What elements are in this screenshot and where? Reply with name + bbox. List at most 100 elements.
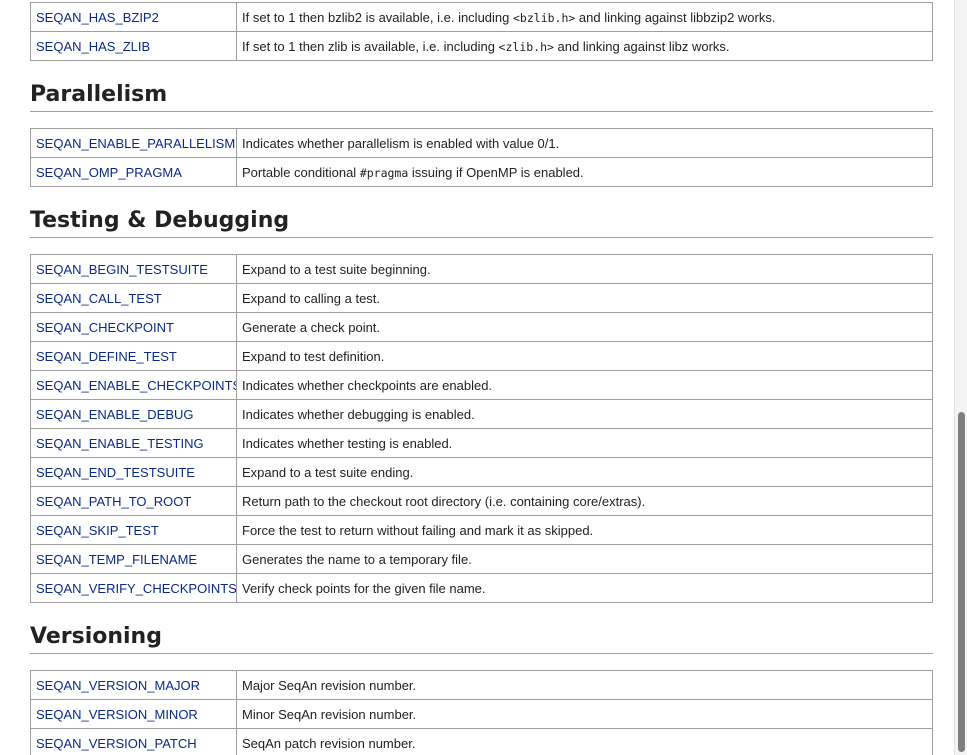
macro-link[interactable]: SEQAN_HAS_BZIP2 [36,10,159,25]
section-heading-parallelism: Parallelism [30,81,933,112]
macro-link[interactable]: SEQAN_VERSION_PATCH [36,736,197,751]
inline-code: <bzlib.h> [513,10,576,25]
description-text: Major SeqAn revision number. [242,677,417,693]
inline-code: <zlib.h> [498,39,554,54]
macro-link[interactable]: SEQAN_HAS_ZLIB [36,39,150,54]
description-text: Indicates whether checkpoints are enable… [242,377,493,393]
macro-description-cell: Force the test to return without failing… [236,515,933,545]
document-viewport: SEQAN_HAS_BZIP2 If set to 1 then bzlib2 i… [0,0,967,755]
macro-description-cell: Indicates whether debugging is enabled. [236,399,933,429]
table-row: SEQAN_VERIFY_CHECKPOINTS Verify check poi… [30,573,933,603]
macro-link[interactable]: SEQAN_ENABLE_DEBUG [36,407,194,422]
macro-name-cell: SEQAN_VERSION_PATCH [30,728,237,755]
macro-description-cell: Verify check points for the given file n… [236,573,933,603]
description-text: and linking against libbzip2 works. [575,9,776,25]
table-row: SEQAN_PATH_TO_ROOT Return path to the che… [30,486,933,516]
section-heading-testing-debugging: Testing & Debugging [30,207,933,238]
macro-description-cell: Generates the name to a temporary file. [236,544,933,574]
compression-macros-table: SEQAN_HAS_BZIP2 If set to 1 then bzlib2 i… [30,2,933,61]
description-text: Portable conditional [242,164,360,180]
macro-description-cell: Expand to a test suite ending. [236,457,933,487]
description-text: Generates the name to a temporary file. [242,551,472,567]
macro-name-cell: SEQAN_SKIP_TEST [30,515,237,545]
macro-name-cell: SEQAN_CALL_TEST [30,283,237,313]
macro-description-cell: If set to 1 then zlib is available, i.e.… [236,31,933,61]
table-row: SEQAN_CHECKPOINT Generate a check point. [30,312,933,342]
macro-description-cell: Major SeqAn revision number. [236,670,933,700]
macro-name-cell: SEQAN_VERSION_MINOR [30,699,237,729]
description-text: If set to 1 then zlib is available, i.e.… [242,38,499,54]
vertical-scrollbar[interactable] [954,0,967,755]
table-row: SEQAN_ENABLE_PARALLELISM Indicates whethe… [30,128,933,158]
macro-link[interactable]: SEQAN_END_TESTSUITE [36,465,195,480]
macro-link[interactable]: SEQAN_BEGIN_TESTSUITE [36,262,208,277]
macro-name-cell: SEQAN_BEGIN_TESTSUITE [30,254,237,284]
macro-description-cell: Expand to a test suite beginning. [236,254,933,284]
macro-description-cell: Indicates whether parallelism is enabled… [236,128,933,158]
parallelism-macros-table: SEQAN_ENABLE_PARALLELISM Indicates whethe… [30,128,933,187]
macro-name-cell: SEQAN_HAS_ZLIB [30,31,237,61]
macro-link[interactable]: SEQAN_PATH_TO_ROOT [36,494,191,509]
table-row: SEQAN_HAS_BZIP2 If set to 1 then bzlib2 i… [30,2,933,32]
macro-link[interactable]: SEQAN_ENABLE_TESTING [36,436,204,451]
table-row: SEQAN_DEFINE_TEST Expand to test definiti… [30,341,933,371]
macro-link[interactable]: SEQAN_CALL_TEST [36,291,162,306]
table-row: SEQAN_BEGIN_TESTSUITE Expand to a test su… [30,254,933,284]
table-row: SEQAN_END_TESTSUITE Expand to a test suit… [30,457,933,487]
description-text: Expand to a test suite ending. [242,464,414,480]
macro-description-cell: Indicates whether checkpoints are enable… [236,370,933,400]
macro-name-cell: SEQAN_PATH_TO_ROOT [30,486,237,516]
macro-link[interactable]: SEQAN_ENABLE_CHECKPOINTS [36,378,236,393]
macro-name-cell: SEQAN_TEMP_FILENAME [30,544,237,574]
macro-name-cell: SEQAN_VERIFY_CHECKPOINTS [30,573,237,603]
description-text: Expand to a test suite beginning. [242,261,431,277]
description-text: Minor SeqAn revision number. [242,706,417,722]
description-text: Indicates whether testing is enabled. [242,435,453,451]
macro-link[interactable]: SEQAN_DEFINE_TEST [36,349,177,364]
description-text: Expand to calling a test. [242,290,381,306]
macro-name-cell: SEQAN_CHECKPOINT [30,312,237,342]
macro-description-cell: Expand to test definition. [236,341,933,371]
macro-name-cell: SEQAN_ENABLE_DEBUG [30,399,237,429]
macro-description-cell: SeqAn patch revision number. [236,728,933,755]
description-text: and linking against libz works. [553,38,730,54]
versioning-macros-table: SEQAN_VERSION_MAJOR Major SeqAn revision … [30,670,933,755]
description-text: Indicates whether debugging is enabled. [242,406,475,422]
macro-link[interactable]: SEQAN_SKIP_TEST [36,523,159,538]
scrollbar-thumb[interactable] [958,412,965,752]
macro-description-cell: Portable conditional #pragma issuing if … [236,157,933,187]
macro-description-cell: Indicates whether testing is enabled. [236,428,933,458]
description-text: Verify check points for the given file n… [242,580,486,596]
table-row: SEQAN_ENABLE_TESTING Indicates whether te… [30,428,933,458]
description-text: Indicates whether parallelism is enabled… [242,135,560,151]
table-row: SEQAN_VERSION_PATCH SeqAn patch revision … [30,728,933,755]
testing-macros-table: SEQAN_BEGIN_TESTSUITE Expand to a test su… [30,254,933,603]
macro-link[interactable]: SEQAN_ENABLE_PARALLELISM [36,136,235,151]
document-content: SEQAN_HAS_BZIP2 If set to 1 then bzlib2 i… [30,2,933,755]
table-row: SEQAN_OMP_PRAGMA Portable conditional #pr… [30,157,933,187]
macro-link[interactable]: SEQAN_VERSION_MAJOR [36,678,200,693]
macro-description-cell: Expand to calling a test. [236,283,933,313]
description-text: Generate a check point. [242,319,381,335]
table-row: SEQAN_HAS_ZLIB If set to 1 then zlib is a… [30,31,933,61]
inline-code: #pragma [359,165,409,180]
table-row: SEQAN_VERSION_MINOR Minor SeqAn revision … [30,699,933,729]
macro-link[interactable]: SEQAN_VERSION_MINOR [36,707,198,722]
macro-name-cell: SEQAN_END_TESTSUITE [30,457,237,487]
macro-link[interactable]: SEQAN_CHECKPOINT [36,320,174,335]
macro-name-cell: SEQAN_ENABLE_PARALLELISM [30,128,237,158]
table-row: SEQAN_SKIP_TEST Force the test to return … [30,515,933,545]
macro-name-cell: SEQAN_ENABLE_TESTING [30,428,237,458]
macro-name-cell: SEQAN_OMP_PRAGMA [30,157,237,187]
macro-link[interactable]: SEQAN_VERIFY_CHECKPOINTS [36,581,236,596]
description-text: issuing if OpenMP is enabled. [408,164,584,180]
macro-name-cell: SEQAN_VERSION_MAJOR [30,670,237,700]
table-row: SEQAN_TEMP_FILENAME Generates the name to… [30,544,933,574]
macro-name-cell: SEQAN_DEFINE_TEST [30,341,237,371]
table-row: SEQAN_VERSION_MAJOR Major SeqAn revision … [30,670,933,700]
macro-link[interactable]: SEQAN_TEMP_FILENAME [36,552,197,567]
macro-link[interactable]: SEQAN_OMP_PRAGMA [36,165,182,180]
macro-name-cell: SEQAN_ENABLE_CHECKPOINTS [30,370,237,400]
description-text: Force the test to return without failing… [242,522,594,538]
macro-description-cell: Return path to the checkout root directo… [236,486,933,516]
